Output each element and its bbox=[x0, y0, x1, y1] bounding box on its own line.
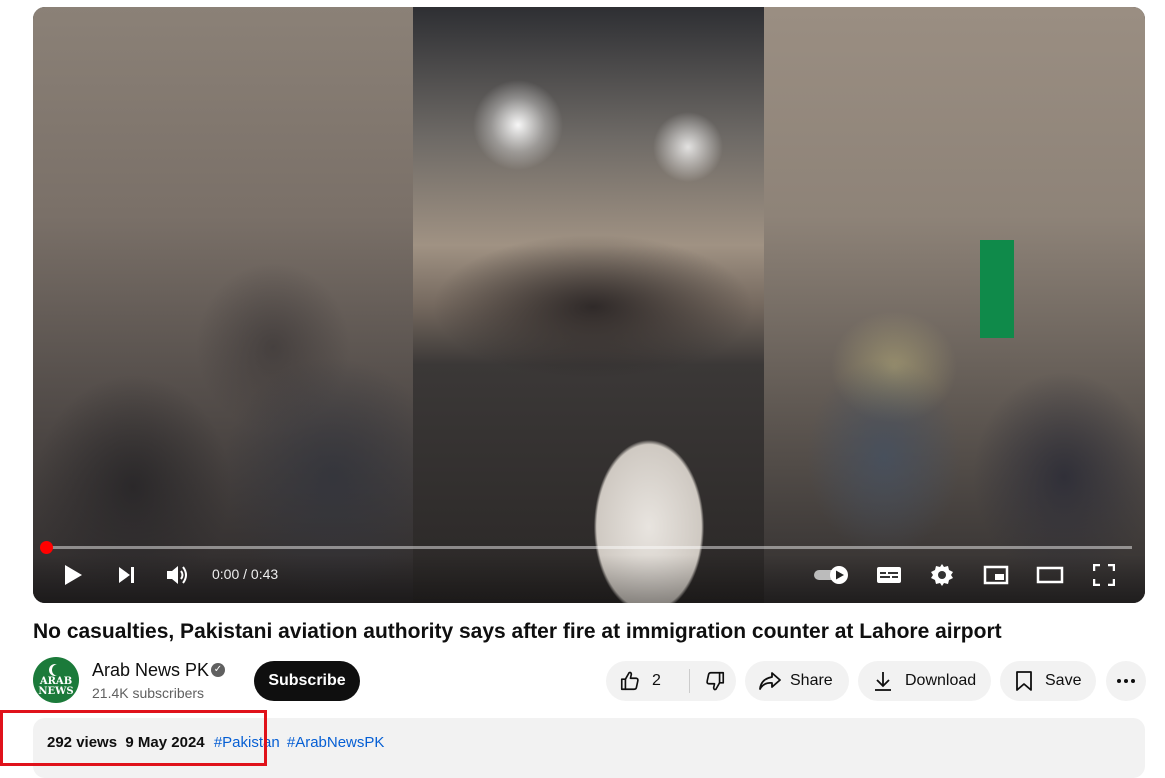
annotation-highlight-box bbox=[0, 710, 267, 766]
like-dislike-group: 2 bbox=[606, 661, 736, 701]
progress-scrubber[interactable] bbox=[40, 541, 53, 554]
more-actions-button[interactable] bbox=[1106, 661, 1146, 701]
theater-icon[interactable] bbox=[1030, 555, 1070, 595]
download-label: Download bbox=[905, 672, 977, 689]
dislike-button[interactable] bbox=[690, 661, 726, 701]
share-label: Share bbox=[790, 672, 833, 689]
hashtag-link[interactable]: #ArabNewsPK bbox=[287, 734, 385, 751]
verified-badge-icon: ✓ bbox=[211, 663, 225, 677]
download-icon bbox=[875, 672, 891, 691]
save-button[interactable]: Save bbox=[1000, 661, 1096, 701]
progress-bar[interactable] bbox=[46, 546, 1132, 549]
subscribe-button[interactable]: Subscribe bbox=[254, 661, 360, 701]
subtitles-icon[interactable] bbox=[869, 555, 909, 595]
crescent-icon bbox=[52, 664, 64, 676]
download-button[interactable]: Download bbox=[858, 661, 991, 701]
like-count: 2 bbox=[652, 672, 661, 689]
share-icon bbox=[759, 672, 781, 690]
save-label: Save bbox=[1045, 672, 1082, 689]
share-button[interactable]: Share bbox=[745, 661, 849, 701]
channel-avatar[interactable]: ARAB NEWS bbox=[33, 657, 79, 703]
video-blur-left bbox=[33, 7, 413, 603]
more-horizontal-icon bbox=[1117, 679, 1135, 683]
player-controls: 0:00 / 0:43 bbox=[33, 555, 1145, 603]
green-sign bbox=[980, 240, 1014, 338]
miniplayer-icon[interactable] bbox=[976, 555, 1016, 595]
video-blur-right bbox=[764, 7, 1145, 603]
settings-icon[interactable] bbox=[922, 555, 962, 595]
thumbs-up-icon bbox=[620, 671, 639, 691]
avatar-text-line2: NEWS bbox=[38, 685, 74, 697]
autoplay-toggle-icon[interactable] bbox=[809, 555, 853, 595]
like-button[interactable]: 2 bbox=[606, 661, 677, 701]
video-player[interactable]: 0:00 / 0:43 bbox=[33, 7, 1145, 603]
video-title: No casualties, Pakistani aviation author… bbox=[33, 620, 1002, 643]
thumbs-down-icon bbox=[706, 671, 725, 691]
play-icon[interactable] bbox=[55, 555, 91, 595]
next-icon[interactable] bbox=[109, 555, 145, 595]
channel-name[interactable]: Arab News PK bbox=[92, 660, 209, 681]
fullscreen-icon[interactable] bbox=[1084, 555, 1124, 595]
time-display: 0:00 / 0:43 bbox=[212, 566, 279, 582]
volume-icon[interactable] bbox=[160, 555, 196, 595]
avatar-text-line1: ARAB bbox=[39, 675, 73, 687]
bookmark-icon bbox=[1016, 671, 1032, 691]
subscriber-count: 21.4K subscribers bbox=[92, 685, 205, 701]
video-frame[interactable] bbox=[413, 7, 764, 603]
